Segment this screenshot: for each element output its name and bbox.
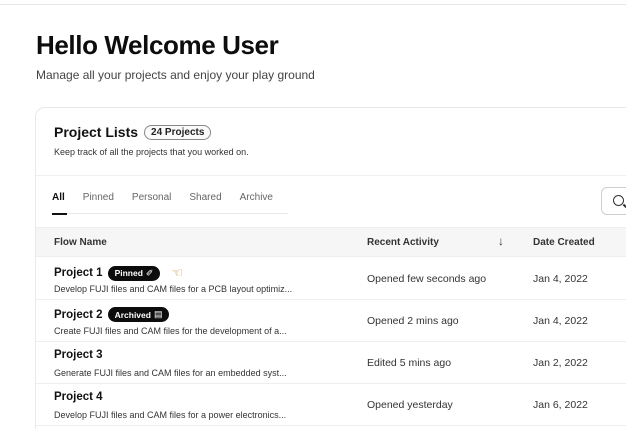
tab-personal[interactable]: Personal bbox=[132, 191, 180, 214]
project-count-badge: 24 Projects bbox=[144, 124, 212, 140]
tab-all[interactable]: All bbox=[52, 191, 74, 215]
project-name[interactable]: Project 4 bbox=[54, 391, 103, 403]
column-header-date-created[interactable]: Date Created bbox=[533, 237, 595, 248]
table-row[interactable]: Project 4 Develop FUJI files and CAM fil… bbox=[36, 384, 626, 426]
arrow-down-icon[interactable]: ↓ bbox=[498, 234, 504, 248]
table-row[interactable]: Project 1 Pinned ✐ ☜ Develop FUJI files … bbox=[36, 258, 626, 300]
project-description: Create FUJI files and CAM files for the … bbox=[54, 326, 287, 336]
column-header-flow-name[interactable]: Flow Name bbox=[54, 237, 107, 248]
table-header: Flow Name Recent Activity ↓ Date Created bbox=[36, 227, 626, 257]
recent-activity: Opened 2 mins ago bbox=[367, 315, 459, 327]
pinned-badge: Pinned ✐ bbox=[107, 265, 161, 281]
date-created: Jan 6, 2022 bbox=[533, 399, 588, 411]
project-description: Generate FUJI files and CAM files for an… bbox=[54, 368, 287, 378]
project-description: Develop FUJI files and CAM files for a P… bbox=[54, 284, 293, 294]
pointing-hand-icon: ☜ bbox=[171, 265, 184, 280]
card-header-divider bbox=[36, 175, 626, 176]
project-description: Develop FUJI files and CAM files for a p… bbox=[54, 410, 287, 420]
project-name[interactable]: Project 2 bbox=[54, 309, 103, 321]
project-name[interactable]: Project 3 bbox=[54, 349, 103, 361]
project-list-card: Project Lists 24 Projects Keep track of … bbox=[35, 107, 626, 429]
archived-badge: Archived ▤ bbox=[107, 307, 170, 322]
date-created: Jan 4, 2022 bbox=[533, 273, 588, 285]
recent-activity: Opened yesterday bbox=[367, 399, 453, 411]
search-icon bbox=[613, 195, 624, 206]
recent-activity: Opened few seconds ago bbox=[367, 273, 487, 285]
table-row[interactable]: Project 3 Generate FUJI files and CAM fi… bbox=[36, 342, 626, 384]
badge-label: Pinned bbox=[114, 268, 143, 278]
page-title: Hello Welcome User bbox=[36, 30, 279, 60]
search-button[interactable] bbox=[601, 187, 626, 215]
table-row[interactable]: Project 2 Archived ▤ Create FUJI files a… bbox=[36, 300, 626, 342]
project-name[interactable]: Project 1 bbox=[54, 267, 103, 279]
date-created: Jan 4, 2022 bbox=[533, 315, 588, 327]
badge-label: Archived bbox=[114, 309, 151, 320]
top-divider bbox=[0, 4, 626, 5]
card-header: Project Lists 24 Projects Keep track of … bbox=[54, 124, 249, 157]
card-description: Keep track of all the projects that you … bbox=[54, 147, 249, 157]
date-created: Jan 2, 2022 bbox=[533, 357, 588, 369]
tab-pinned[interactable]: Pinned bbox=[83, 191, 123, 214]
pin-icon: ✐ bbox=[145, 267, 154, 278]
archive-icon: ▤ bbox=[153, 309, 163, 319]
column-header-recent-activity[interactable]: Recent Activity bbox=[367, 237, 439, 248]
filter-tabs: All Pinned Personal Shared Archive bbox=[52, 191, 288, 215]
tab-shared[interactable]: Shared bbox=[189, 191, 230, 214]
page-subtitle: Manage all your projects and enjoy your … bbox=[36, 68, 315, 82]
tab-archive[interactable]: Archive bbox=[240, 191, 282, 214]
card-title: Project Lists bbox=[54, 124, 139, 140]
recent-activity: Edited 5 mins ago bbox=[367, 357, 452, 369]
